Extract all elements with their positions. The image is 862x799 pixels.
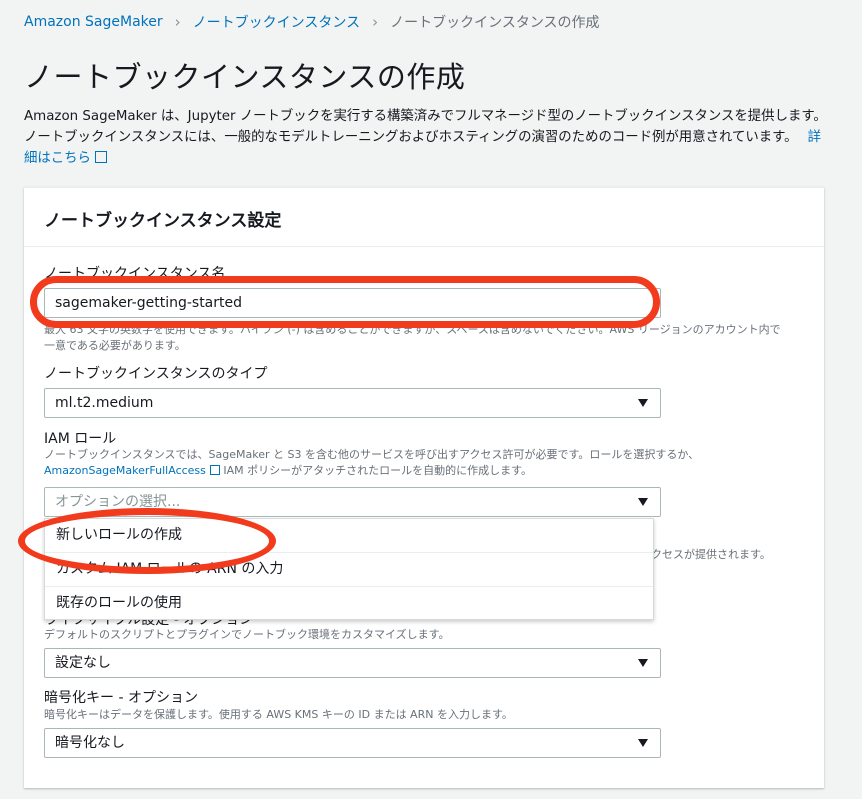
instance-name-input[interactable]: sagemaker-getting-started [44, 288, 661, 318]
panel-header: ノートブックインスタンス設定 [24, 188, 824, 247]
instance-name-help: 最大 63 文字の英数字を使用できます。ハイフン (-) は含めることができます… [44, 323, 781, 352]
full-access-policy-link[interactable]: AmazonSageMakerFullAccess [44, 464, 220, 477]
chevron-right-icon: › [372, 13, 379, 31]
caret-down-icon [638, 399, 648, 407]
instance-type-value: ml.t2.medium [55, 395, 154, 411]
chevron-right-icon: › [174, 13, 181, 31]
page-description: Amazon SageMaker は、Jupyter ノートブックを実行する構築… [24, 106, 830, 169]
external-link-icon [209, 465, 220, 475]
encryption-help: 暗号化キーはデータを保護します。使用する AWS KMS キーの ID または … [44, 708, 513, 721]
instance-type-label: ノートブックインスタンスのタイプ [44, 366, 268, 382]
description-text: Amazon SageMaker は、Jupyter ノートブックを実行する構築… [24, 109, 827, 145]
encryption-select[interactable]: 暗号化なし [44, 728, 661, 758]
instance-name-label: ノートブックインスタンス名 [44, 266, 226, 282]
notebook-settings-panel: ノートブックインスタンス設定 ノートブックインスタンス名 sagemaker-g… [24, 187, 824, 788]
iam-role-select[interactable]: オプションの選択... [44, 487, 661, 517]
iam-role-help: ノートブックインスタンスでは、SageMaker と S3 を含む他のサービスを… [44, 447, 784, 479]
iam-help-suffix: IAM ポリシーがアタッチされたロールを自動的に作成します。 [223, 464, 533, 477]
lifecycle-select[interactable]: 設定なし [44, 648, 661, 678]
iam-role-label: IAM ロール [44, 431, 117, 447]
option-create-new-role[interactable]: 新しいロールの作成 [45, 519, 653, 553]
full-access-policy-label: AmazonSageMakerFullAccess [44, 464, 206, 477]
instance-type-select[interactable]: ml.t2.medium [44, 388, 661, 418]
iam-help-prefix: ノートブックインスタンスでは、SageMaker と S3 を含む他のサービスを… [44, 448, 700, 461]
iam-role-placeholder: オプションの選択... [55, 494, 181, 510]
panel-title: ノートブックインスタンス設定 [44, 211, 282, 231]
caret-down-icon [638, 498, 648, 506]
page-title: ノートブックインスタンスの作成 [24, 60, 466, 94]
breadcrumb-notebook-instances[interactable]: ノートブックインスタンス [193, 12, 360, 32]
lifecycle-help: デフォルトのスクリプトとプラグインでノートブック環境をカスタマイズします。 [44, 628, 450, 641]
breadcrumb: Amazon SageMaker › ノートブックインスタンス › ノートブック… [24, 12, 600, 32]
option-custom-iam-arn[interactable]: カスタム IAM ロールの ARN の入力 [45, 553, 653, 587]
iam-role-dropdown: 新しいロールの作成 カスタム IAM ロールの ARN の入力 既存のロールの使… [44, 518, 654, 620]
option-use-existing-role[interactable]: 既存のロールの使用 [45, 587, 653, 620]
obscured-help-tail: クセスが提供されます。 [651, 548, 771, 561]
external-link-icon [94, 151, 107, 163]
caret-down-icon [638, 659, 648, 667]
breadcrumb-sagemaker[interactable]: Amazon SageMaker [24, 14, 163, 30]
encryption-label: 暗号化キー - オプション [44, 690, 198, 706]
breadcrumb-current: ノートブックインスタンスの作成 [390, 15, 600, 31]
lifecycle-value: 設定なし [55, 655, 111, 671]
encryption-value: 暗号化なし [55, 735, 125, 751]
caret-down-icon [638, 739, 648, 747]
